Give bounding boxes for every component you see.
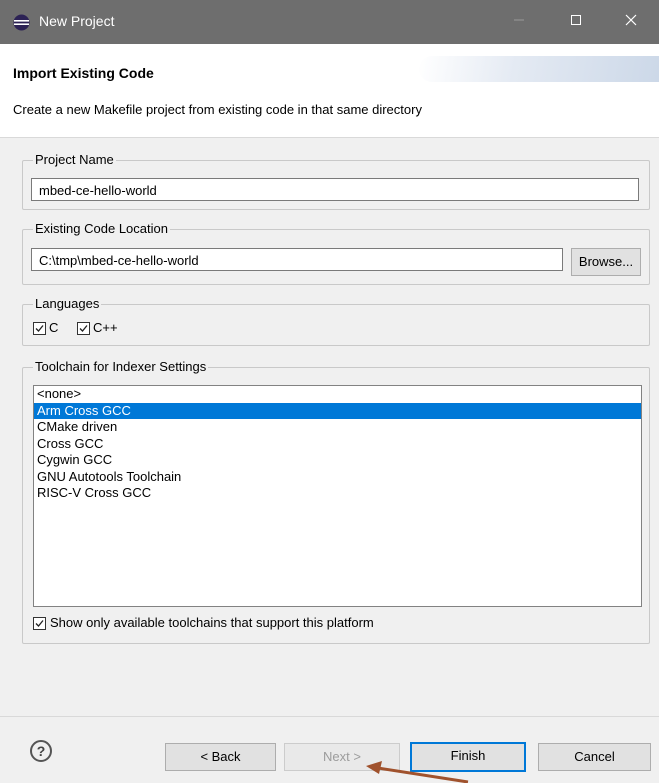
- toolchain-list-item[interactable]: CMake driven: [34, 419, 641, 436]
- window-title: New Project: [39, 13, 115, 29]
- toolchain-group: Toolchain for Indexer Settings <none> Ar…: [22, 359, 650, 644]
- title-bar[interactable]: New Project: [0, 0, 659, 44]
- toolchain-list-item[interactable]: Cross GCC: [34, 436, 641, 453]
- checkmark-icon: [35, 620, 44, 627]
- close-button[interactable]: [603, 0, 659, 44]
- toolchain-list[interactable]: <none> Arm Cross GCC CMake driven Cross …: [33, 385, 642, 607]
- toolchain-legend: Toolchain for Indexer Settings: [33, 359, 209, 375]
- code-location-legend: Existing Code Location: [33, 221, 170, 237]
- show-available-toolchains-checkbox[interactable]: [33, 617, 46, 630]
- minimize-icon: [514, 19, 524, 21]
- page-title: Import Existing Code: [13, 65, 154, 81]
- eclipse-icon: [13, 14, 30, 31]
- toolchain-list-item[interactable]: Cygwin GCC: [34, 452, 641, 469]
- c-language-label: C: [49, 320, 59, 335]
- toolchain-list-item-selected[interactable]: Arm Cross GCC: [34, 402, 641, 419]
- cancel-button[interactable]: Cancel: [538, 743, 651, 771]
- new-project-dialog: New Project Import Existing Code Create …: [0, 0, 659, 783]
- checkmark-icon: [79, 325, 88, 332]
- back-button-label: < Back: [200, 749, 241, 764]
- toolchain-list-item[interactable]: GNU Autotools Toolchain: [34, 469, 641, 486]
- footer-separator: [0, 716, 659, 717]
- project-name-legend: Project Name: [33, 152, 116, 168]
- languages-group: Languages C C++: [22, 296, 650, 346]
- back-button[interactable]: < Back: [165, 743, 276, 771]
- languages-legend: Languages: [33, 296, 102, 312]
- cpp-language-label: C++: [93, 320, 118, 335]
- toolchain-list-item[interactable]: RISC-V Cross GCC: [34, 485, 641, 502]
- cpp-language-checkbox[interactable]: [77, 322, 90, 335]
- project-name-group: Project Name mbed-ce-hello-world: [22, 152, 650, 210]
- maximize-icon: [571, 15, 581, 25]
- help-button[interactable]: ?: [30, 740, 52, 762]
- checkmark-icon: [35, 325, 44, 332]
- browse-button[interactable]: Browse...: [571, 248, 641, 276]
- toolchain-list-item[interactable]: <none>: [34, 386, 641, 403]
- wizard-banner: Import Existing Code Create a new Makefi…: [0, 44, 659, 138]
- c-language-checkbox[interactable]: [33, 322, 46, 335]
- code-location-input[interactable]: C:\tmp\mbed-ce-hello-world: [31, 248, 563, 271]
- maximize-button[interactable]: [548, 0, 604, 44]
- minimize-button[interactable]: [491, 0, 547, 44]
- show-available-toolchains-label: Show only available toolchains that supp…: [50, 615, 374, 630]
- close-icon: [625, 14, 637, 26]
- page-description: Create a new Makefile project from exist…: [13, 102, 422, 117]
- cancel-button-label: Cancel: [574, 749, 615, 764]
- code-location-group: Existing Code Location C:\tmp\mbed-ce-he…: [22, 221, 650, 285]
- banner-decoration: [419, 56, 659, 82]
- next-button-label: Next >: [323, 749, 361, 764]
- project-name-input[interactable]: mbed-ce-hello-world: [31, 178, 639, 201]
- annotation-arrow-icon: [366, 761, 469, 783]
